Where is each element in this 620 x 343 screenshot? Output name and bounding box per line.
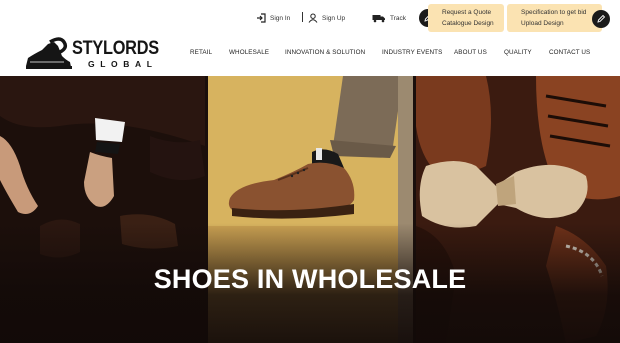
sign-in-link[interactable]: Sign In	[256, 13, 290, 23]
upload-badge[interactable]	[592, 10, 610, 28]
sign-up-link[interactable]: Sign Up	[308, 13, 345, 23]
cta-subtitle: Upload Design	[521, 20, 564, 27]
sign-in-icon	[257, 13, 266, 23]
main-nav: RETAIL WHOLESALE INNOVATION & SOLUTION I…	[0, 49, 620, 61]
site-header: STYLORDS GLOBAL Sign In Sign Up Track Re…	[0, 0, 620, 76]
hero-title: SHOES IN WHOLESALE	[153, 264, 467, 294]
divider	[302, 12, 303, 22]
sign-in-label: Sign In	[270, 14, 291, 22]
hero-banner: SHOES IN WHOLESALE	[0, 76, 620, 343]
nav-innovation-solution[interactable]: INNOVATION & SOLUTION	[285, 49, 365, 56]
user-icon	[308, 13, 318, 23]
track-label: Track	[390, 14, 407, 22]
specification-bid-button[interactable]: Specification to get bid Upload Design	[507, 4, 602, 32]
cta-subtitle: Catalogue Design	[442, 20, 494, 27]
nav-contact-us[interactable]: CONTACT US	[549, 49, 590, 56]
nav-about-us[interactable]: ABOUT US	[454, 49, 487, 56]
nav-retail[interactable]: RETAIL	[190, 49, 212, 56]
nav-wholesale[interactable]: WHOLESALE	[229, 49, 269, 56]
sign-up-label: Sign Up	[322, 14, 346, 22]
cta-title: Request a Quote	[442, 9, 492, 16]
upload-icon	[597, 14, 606, 23]
request-quote-button[interactable]: Request a Quote Catalogue Design	[428, 4, 504, 32]
nav-quality[interactable]: QUALITY	[504, 49, 532, 56]
truck-icon	[372, 15, 385, 23]
cta-title: Specification to get bid	[521, 9, 587, 16]
track-link[interactable]: Track	[372, 13, 406, 23]
nav-industry-events[interactable]: INDUSTRY EVENTS	[382, 49, 442, 56]
